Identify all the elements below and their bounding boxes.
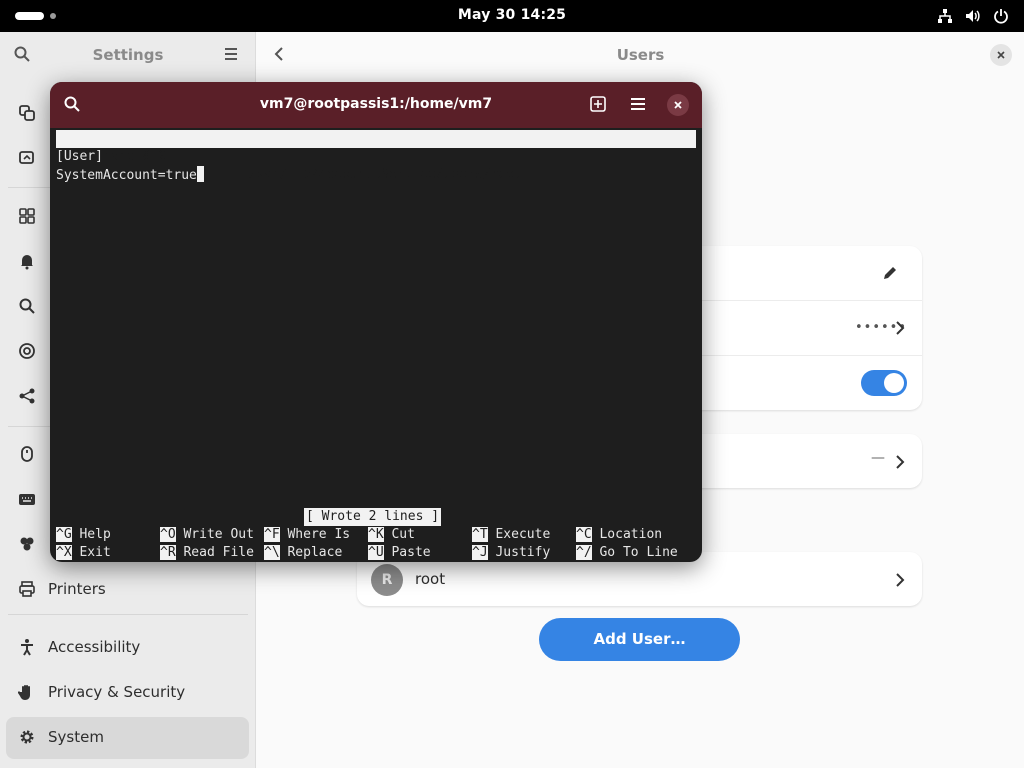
shortcut-go-to-line: ^/ Go To Line [576, 545, 678, 560]
shortcut-paste: ^U Paste [368, 545, 431, 560]
clock[interactable]: May 30 14:25 [0, 7, 1024, 23]
shortcut-where-is: ^F Where Is [264, 527, 351, 542]
shortcut-write-out: ^O Write Out [160, 527, 254, 542]
search-icon[interactable] [18, 297, 38, 317]
autologin-toggle[interactable] [861, 370, 907, 396]
panel-header: Users [257, 32, 1024, 78]
toggle-knob [884, 373, 904, 393]
shortcut-cut: ^K Cut [368, 527, 415, 542]
color-icon[interactable] [18, 535, 38, 555]
mouse-icon[interactable] [18, 445, 38, 465]
accessibility-icon [18, 638, 38, 658]
gear-icon [18, 728, 38, 748]
network-icon[interactable] [936, 7, 954, 25]
sidebar-item-system[interactable]: System [6, 717, 249, 759]
shortcut-location: ^C Location [576, 527, 663, 542]
sidebar-item-accessibility[interactable]: Accessibility [6, 627, 249, 669]
nano-status-message: [ Wrote 2 lines ] [304, 508, 442, 526]
system-tray[interactable] [936, 7, 1010, 25]
sidebar-item-label: Accessibility [48, 638, 141, 656]
at-icon[interactable] [18, 342, 38, 362]
chevron-right-icon[interactable] [893, 572, 907, 587]
hamburger-menu-icon[interactable] [629, 95, 649, 115]
shortcut-justify: ^J Justify [472, 545, 551, 560]
sidebar-header: Settings [0, 32, 255, 78]
shortcut-read-file: ^R Read File [160, 545, 254, 560]
editor-line-text: SystemAccount=true [56, 168, 197, 183]
keyboard-icon[interactable] [18, 490, 38, 510]
wifi-icon[interactable] [18, 104, 38, 124]
bell-icon[interactable] [18, 252, 38, 272]
chevron-right-icon[interactable] [893, 320, 907, 335]
volume-icon[interactable] [964, 7, 982, 25]
share-icon[interactable] [18, 387, 38, 407]
power-icon[interactable] [992, 7, 1010, 25]
hand-icon [17, 683, 38, 703]
shortcut-exit: ^X Exit [56, 545, 111, 560]
terminal-body[interactable]: GNU nano 8.0 /var/lib/AccountsService/us… [50, 128, 702, 562]
editor-line[interactable]: [User] [56, 148, 103, 166]
top-bar: May 30 14:25 [0, 0, 1024, 32]
printer-icon [18, 580, 38, 600]
sidebar-item-privacy[interactable]: Privacy & Security [6, 672, 249, 714]
terminal-window[interactable]: vm7@rootpassis1:/home/vm7 GNU nano 8.0 /… [50, 82, 702, 562]
sidebar-item-printers[interactable]: Printers [6, 569, 249, 611]
sidebar-item-label: System [48, 728, 104, 746]
avatar: R [371, 564, 403, 596]
nano-title-bar: GNU nano 8.0 /var/lib/AccountsService/us… [56, 130, 696, 182]
hamburger-menu-icon[interactable] [222, 45, 242, 65]
text-cursor [196, 166, 204, 182]
sidebar-separator [8, 614, 248, 615]
sidebar-item-label: Printers [48, 580, 106, 598]
add-user-button[interactable]: Add User… [539, 618, 740, 661]
new-tab-icon[interactable] [589, 95, 609, 115]
terminal-header[interactable]: vm7@rootpassis1:/home/vm7 [50, 82, 702, 128]
editor-line[interactable]: SystemAccount=true [56, 166, 204, 185]
shortcut-execute: ^T Execute [472, 527, 551, 542]
close-icon[interactable] [990, 44, 1012, 66]
chevron-right-icon[interactable] [893, 454, 907, 469]
sidebar-title: Settings [92, 46, 164, 64]
shortcut-replace: ^\ Replace [264, 545, 343, 560]
display-icon[interactable] [18, 149, 38, 169]
pencil-icon[interactable] [881, 264, 899, 282]
sidebar-item-label: Privacy & Security [48, 683, 186, 701]
close-icon[interactable] [667, 94, 689, 116]
activity-value: — [871, 450, 885, 466]
apps-icon[interactable] [18, 207, 38, 227]
user-name: root [415, 570, 446, 588]
panel-title: Users [616, 46, 665, 64]
nano-file-path: /var/lib/AccountsService/users/root [248, 167, 522, 182]
shortcut-help: ^G Help [56, 527, 111, 542]
